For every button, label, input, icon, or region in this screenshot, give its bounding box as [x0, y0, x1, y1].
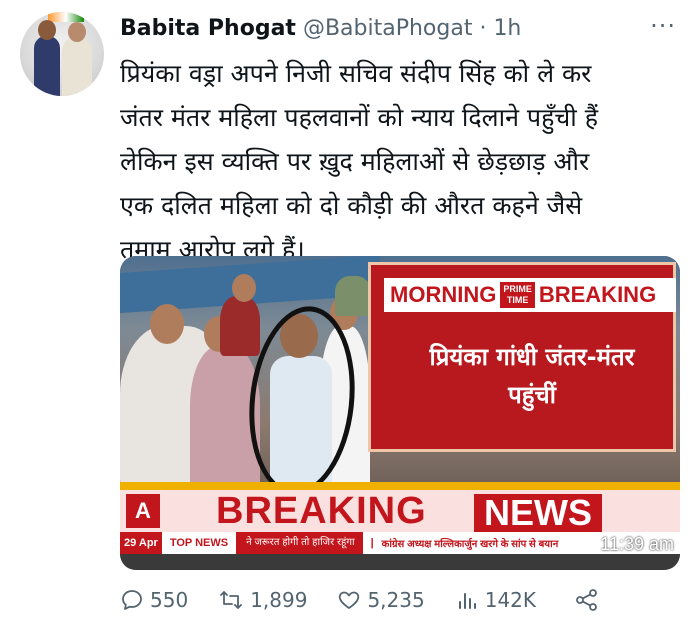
tweet-header: Babita Phogat @BabitaPhogat · 1h [120, 16, 521, 41]
retweet-button[interactable]: 1,899 [218, 588, 307, 612]
ticker-top-news: TOP NEWS [161, 532, 239, 554]
crowd-face [150, 304, 184, 344]
ticker-item: ने जरूरत होगी तो हाजिर रहूंगा [238, 532, 363, 554]
views-icon [458, 593, 476, 609]
broadcast-time: 11:39 am [600, 534, 674, 554]
news-ticker: 29 Apr TOP NEWS ने जरूरत होगी तो हाजिर र… [120, 532, 680, 554]
tweet-line: एक दलित महिला को दो कौड़ी की औरत कहने जै… [120, 191, 583, 220]
prime-text: PRIME [503, 284, 532, 294]
news-text: NEWS [474, 494, 602, 532]
banner-morning: MORNING [390, 282, 497, 307]
share-icon [576, 589, 597, 611]
flag-icon [48, 12, 84, 22]
prime-time-badge: PRIME TIME [500, 282, 535, 308]
views-button[interactable]: 142K [455, 588, 536, 612]
reply-icon [122, 590, 142, 610]
avatar-person-left [34, 36, 60, 96]
share-button[interactable] [574, 588, 606, 612]
avatar[interactable] [20, 12, 104, 96]
tweet-time[interactable]: 1h [493, 16, 521, 41]
avatar-head-left [38, 20, 56, 40]
retweet-count: 1,899 [250, 588, 308, 612]
reply-count: 550 [150, 588, 189, 612]
headline-line-2: पहुंचीं [508, 381, 556, 409]
tweet-media-image[interactable]: MORNING PRIME TIME BREAKING प्रियंका गांध… [120, 256, 680, 570]
like-button[interactable]: 5,235 [337, 588, 425, 612]
morning-breaking-banner: MORNING PRIME TIME BREAKING [384, 278, 676, 312]
tweet-line: प्रियंका वड्रा अपने निजी सचिव संदीप सिंह… [120, 59, 592, 88]
views-count: 142K [484, 588, 537, 612]
ticker-item: कांग्रेस अध्यक्ष मल्लिकार्जुन खरगे के सा… [381, 539, 559, 550]
header-separator: · [472, 16, 494, 41]
ticker-separator: | [370, 537, 374, 549]
time-text: TIME [506, 295, 529, 305]
reply-button[interactable]: 550 [120, 588, 188, 612]
crowd-person [335, 276, 371, 316]
retweet-icon [220, 591, 243, 609]
photo-scene: MORNING PRIME TIME BREAKING प्रियंका गांध… [120, 256, 680, 501]
avatar-head-right [68, 22, 86, 42]
more-options-icon[interactable]: ··· [650, 12, 676, 40]
media-bottom-strip [120, 554, 680, 570]
author-handle[interactable]: @BabitaPhogat [303, 16, 473, 41]
tweet-line: जंतर मंतर महिला पहलवानों को न्याय दिलाने… [120, 103, 598, 132]
breaking-text: BREAKING [216, 490, 427, 532]
crowd-person [220, 296, 260, 356]
headline-line-1: प्रियंका गांधी जंतर-मंतर [429, 343, 635, 371]
author-name[interactable]: Babita Phogat [120, 16, 296, 41]
tweet-line: लेकिन इस व्यक्ति पर ख़ुद महिलाओं से छेड़… [120, 147, 590, 176]
ticker-date: 29 Apr [120, 532, 162, 554]
tweet-text: प्रियंका वड्रा अपने निजी सचिव संदीप सिंह… [120, 52, 680, 272]
like-count: 5,235 [367, 588, 425, 612]
channel-logo-icon: A [126, 494, 160, 528]
tweet-actions: 550 1,899 5,235 142K [120, 588, 680, 612]
avatar-person-right [62, 38, 92, 96]
red-panel-headline: प्रियंका गांधी जंतर-मंतर पहुंचीं [392, 338, 672, 414]
crowd-face [232, 274, 256, 302]
banner-breaking: BREAKING [538, 282, 657, 307]
heart-icon [339, 591, 360, 609]
